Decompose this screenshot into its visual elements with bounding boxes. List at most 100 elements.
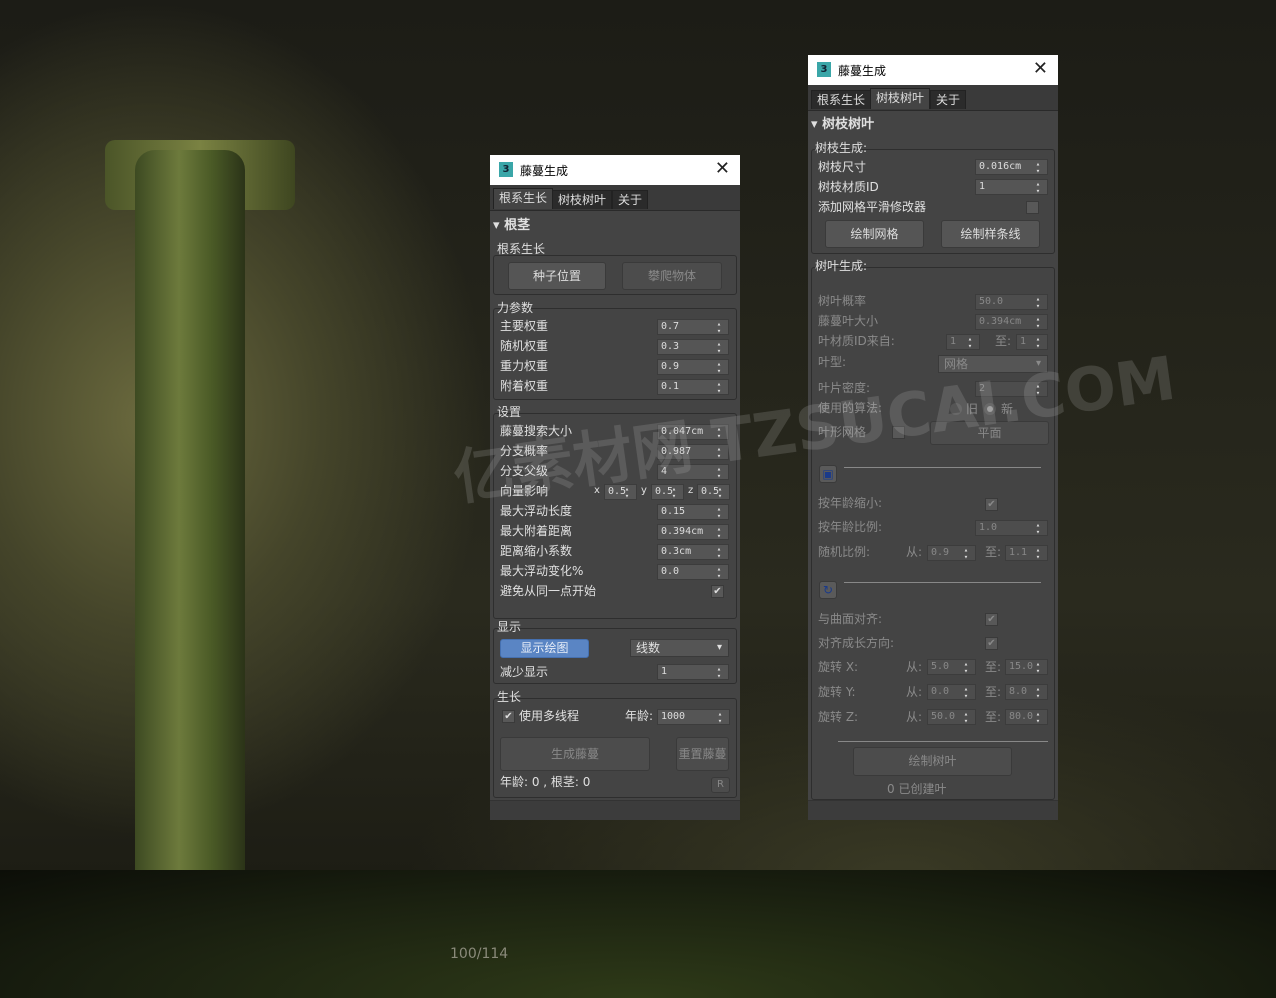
status-text: 年龄: 0 , 根茎: 0 bbox=[500, 775, 591, 789]
leaf-mesh-checkbox[interactable] bbox=[892, 426, 905, 439]
field-label: 叶材质ID来自: bbox=[818, 334, 895, 348]
field-label: 至: bbox=[995, 334, 1012, 348]
rollout-title[interactable]: ▾ 根茎 bbox=[493, 219, 530, 233]
attach-weight-spinner[interactable]: 0.1 bbox=[657, 379, 729, 395]
multithread-checkbox[interactable]: ✔ bbox=[502, 710, 515, 723]
generate-vine-button[interactable]: 生成藤蔓 bbox=[500, 737, 650, 771]
panel-footer bbox=[808, 800, 1058, 820]
field-label: 分支父级 bbox=[500, 464, 549, 478]
scale-by-age-checkbox[interactable]: ✔ bbox=[985, 498, 998, 511]
vector-x-spinner[interactable]: 0.5 bbox=[604, 484, 637, 500]
field-label: 向量影响 bbox=[500, 484, 549, 498]
app-icon: 3 bbox=[499, 162, 513, 177]
branch-prob-spinner[interactable]: 0.987 bbox=[657, 444, 729, 460]
distance-shrink-spinner[interactable]: 0.3cm bbox=[657, 544, 729, 560]
mesh-smooth-checkbox[interactable] bbox=[1026, 201, 1039, 214]
align-surface-checkbox[interactable]: ✔ bbox=[985, 613, 998, 626]
leaf-type-dropdown[interactable]: 网格 bbox=[938, 355, 1048, 373]
rotate-z-to-spinner[interactable]: 80.0 bbox=[1005, 709, 1048, 725]
field-label: 按年龄缩小: bbox=[818, 496, 883, 510]
page-counter: 100/114 bbox=[450, 946, 509, 962]
radio-label: 新 bbox=[1001, 402, 1014, 416]
algo-old-radio[interactable] bbox=[950, 403, 962, 415]
field-label: 从: bbox=[906, 710, 923, 724]
leaf-material-from-spinner[interactable]: 1 bbox=[946, 334, 980, 350]
divider bbox=[844, 467, 1041, 468]
field-label: 随机比例: bbox=[818, 545, 871, 559]
main-weight-spinner[interactable]: 0.7 bbox=[657, 319, 729, 335]
display-mode-dropdown[interactable]: 线数 bbox=[630, 639, 729, 657]
close-icon[interactable]: ✕ bbox=[1033, 58, 1048, 79]
plane-button[interactable]: 平面 bbox=[930, 421, 1049, 445]
vector-y-spinner[interactable]: 0.5 bbox=[651, 484, 684, 500]
age-spinner[interactable]: 1000 bbox=[657, 709, 730, 725]
field-label: 旋转 Y: bbox=[818, 685, 856, 699]
scale-icon[interactable]: ▣ bbox=[819, 465, 837, 483]
group-label: 树叶生成: bbox=[815, 259, 868, 273]
rotate-x-from-spinner[interactable]: 5.0 bbox=[927, 659, 976, 675]
display-draw-button[interactable]: 显示绘图 bbox=[500, 639, 589, 658]
max-float-length-spinner[interactable]: 0.15 bbox=[657, 504, 729, 520]
tab-root-growth[interactable]: 根系生长 bbox=[493, 188, 554, 209]
random-ratio-to-spinner[interactable]: 1.1 bbox=[1005, 545, 1048, 561]
max-attach-distance-spinner[interactable]: 0.394cm bbox=[657, 524, 729, 540]
field-label: 按年龄比例: bbox=[818, 520, 883, 534]
field-label: 分支概率 bbox=[500, 444, 549, 458]
divider bbox=[838, 741, 1048, 742]
app-icon: 3 bbox=[817, 62, 831, 77]
draw-spline-button[interactable]: 绘制样条线 bbox=[941, 220, 1040, 248]
draw-leaves-button[interactable]: 绘制树叶 bbox=[853, 747, 1012, 776]
tab-branch-leaf[interactable]: 树枝树叶 bbox=[870, 88, 931, 109]
r-button[interactable]: R bbox=[711, 777, 730, 793]
leaf-probability-spinner[interactable]: 50.0 bbox=[975, 294, 1048, 310]
branch-material-spinner[interactable]: 1 bbox=[975, 179, 1048, 195]
branch-parent-spinner[interactable]: 4 bbox=[657, 464, 729, 480]
vector-z-spinner[interactable]: 0.5 bbox=[697, 484, 730, 500]
tab-about[interactable]: 关于 bbox=[930, 90, 967, 109]
tab-root-growth[interactable]: 根系生长 bbox=[811, 90, 872, 109]
avoid-same-point-checkbox[interactable]: ✔ bbox=[711, 585, 724, 598]
field-label: 从: bbox=[906, 660, 923, 674]
branch-size-spinner[interactable]: 0.016cm bbox=[975, 159, 1048, 175]
field-label: 叶型: bbox=[818, 355, 847, 369]
rotate-x-to-spinner[interactable]: 15.0 bbox=[1005, 659, 1048, 675]
group-label: 设置 bbox=[497, 405, 522, 419]
seed-position-button[interactable]: 种子位置 bbox=[508, 262, 606, 290]
rotate-y-from-spinner[interactable]: 0.0 bbox=[927, 684, 976, 700]
leaf-material-to-spinner[interactable]: 1 bbox=[1016, 334, 1048, 350]
tab-branch-leaf[interactable]: 树枝树叶 bbox=[552, 190, 613, 209]
tab-bar: 根系生长 树枝树叶 关于 bbox=[490, 185, 740, 211]
leaf-size-spinner[interactable]: 0.394cm bbox=[975, 314, 1048, 330]
window-title: 藤蔓生成 bbox=[520, 164, 569, 178]
tab-about[interactable]: 关于 bbox=[612, 190, 649, 209]
reset-vine-button[interactable]: 重置藤蔓 bbox=[676, 737, 729, 771]
random-ratio-from-spinner[interactable]: 0.9 bbox=[927, 545, 976, 561]
vine-panel-branches: 3 藤蔓生成 ✕ 根系生长 树枝树叶 关于 ▾ 树枝树叶 树枝生成: 树枝尺寸 0.0… bbox=[808, 55, 1058, 820]
align-growth-checkbox[interactable]: ✔ bbox=[985, 637, 998, 650]
axis-label: z bbox=[688, 485, 694, 496]
search-size-spinner[interactable]: 0.047cm bbox=[657, 424, 729, 440]
rollout-title[interactable]: ▾ 树枝树叶 bbox=[811, 118, 874, 132]
field-label: 树叶概率 bbox=[818, 294, 867, 308]
reduce-display-spinner[interactable]: 1 bbox=[657, 664, 729, 680]
rotate-icon[interactable]: ↻ bbox=[819, 581, 837, 599]
field-label: 树枝材质ID bbox=[818, 180, 879, 194]
rotate-y-to-spinner[interactable]: 8.0 bbox=[1005, 684, 1048, 700]
close-icon[interactable]: ✕ bbox=[715, 158, 730, 179]
age-ratio-spinner[interactable]: 1.0 bbox=[975, 520, 1048, 536]
field-label: 最大浮动变化% bbox=[500, 564, 584, 578]
algo-new-radio[interactable] bbox=[984, 403, 996, 415]
random-weight-spinner[interactable]: 0.3 bbox=[657, 339, 729, 355]
field-label: 主要权重 bbox=[500, 319, 549, 333]
gravity-weight-spinner[interactable]: 0.9 bbox=[657, 359, 729, 375]
rotate-z-from-spinner[interactable]: 50.0 bbox=[927, 709, 976, 725]
climb-object-button[interactable]: 攀爬物体 bbox=[622, 262, 722, 290]
tab-bar: 根系生长 树枝树叶 关于 bbox=[808, 85, 1058, 111]
field-label: 从: bbox=[906, 685, 923, 699]
panel-footer bbox=[490, 800, 740, 820]
field-label: 重力权重 bbox=[500, 359, 549, 373]
leaf-density-spinner[interactable]: 2 bbox=[975, 381, 1048, 397]
draw-mesh-button[interactable]: 绘制网格 bbox=[825, 220, 924, 248]
max-float-variation-spinner[interactable]: 0.0 bbox=[657, 564, 729, 580]
field-label: 与曲面对齐: bbox=[818, 612, 883, 626]
